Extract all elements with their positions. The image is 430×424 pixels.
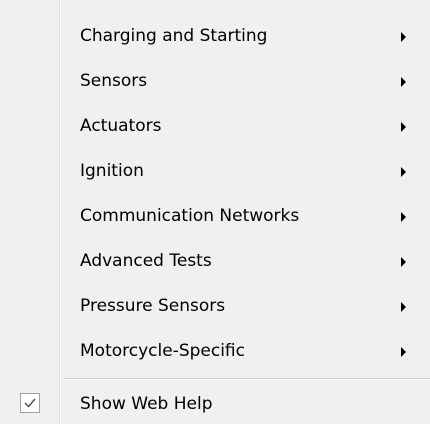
menu-item-show-web-help[interactable]: Show Web Help <box>0 385 430 424</box>
menu-items: Charging and Starting Sensors Actuators … <box>0 14 430 374</box>
menu-item-label: Actuators <box>80 116 162 136</box>
menu-item-label: Sensors <box>80 71 148 91</box>
checkmark-icon <box>20 393 40 413</box>
menu-item-label: Show Web Help <box>80 394 213 414</box>
submenu-arrow-icon <box>401 32 406 42</box>
submenu-arrow-icon <box>401 347 406 357</box>
menu-item-label: Advanced Tests <box>80 251 212 271</box>
menu-item-sensors[interactable]: Sensors <box>0 59 430 104</box>
menu-item-pressure-sensors[interactable]: Pressure Sensors <box>0 284 430 329</box>
context-menu: Charging and Starting Sensors Actuators … <box>0 0 430 424</box>
submenu-arrow-icon <box>401 212 406 222</box>
menu-separator-highlight <box>64 379 430 380</box>
submenu-arrow-icon <box>401 167 406 177</box>
menu-item-advanced-tests[interactable]: Advanced Tests <box>0 239 430 284</box>
menu-item-label: Pressure Sensors <box>80 296 226 316</box>
menu-item-label: Communication Networks <box>80 206 300 226</box>
submenu-arrow-icon <box>401 122 406 132</box>
menu-item-label: Motorcycle-Specific <box>80 341 245 361</box>
submenu-arrow-icon <box>401 257 406 267</box>
menu-item-communication-networks[interactable]: Communication Networks <box>0 194 430 239</box>
submenu-arrow-icon <box>401 302 406 312</box>
menu-item-label: Charging and Starting <box>80 26 268 46</box>
menu-item-actuators[interactable]: Actuators <box>0 104 430 149</box>
menu-item-label: Ignition <box>80 161 144 181</box>
menu-item-charging-and-starting[interactable]: Charging and Starting <box>0 14 430 59</box>
menu-item-ignition[interactable]: Ignition <box>0 149 430 194</box>
submenu-arrow-icon <box>401 77 406 87</box>
menu-item-motorcycle-specific[interactable]: Motorcycle-Specific <box>0 329 430 374</box>
